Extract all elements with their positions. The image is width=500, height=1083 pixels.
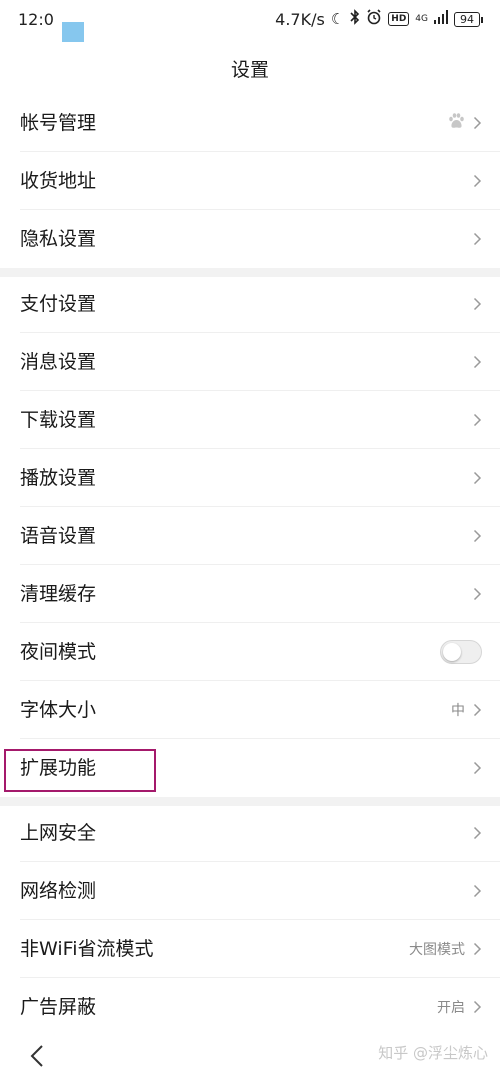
watermark: 知乎 @浮尘炼心 — [378, 1044, 488, 1062]
settings-item-label: 上网安全 — [20, 822, 97, 844]
chevron-right-icon — [473, 116, 482, 130]
chevron-left-icon[interactable] — [28, 1044, 46, 1068]
settings-item-clear-cache[interactable]: 清理缓存 — [0, 565, 500, 623]
chevron-right-icon — [473, 471, 482, 485]
settings-item-label: 支付设置 — [20, 293, 97, 315]
settings-item-payment[interactable]: 支付设置 — [0, 275, 500, 333]
chevron-right-icon — [473, 587, 482, 601]
page-header: 设置 — [0, 42, 500, 94]
settings-item-label: 网络检测 — [20, 880, 97, 902]
settings-item-message[interactable]: 消息设置 — [0, 333, 500, 391]
settings-item-label: 播放设置 — [20, 467, 97, 489]
settings-item-network-check[interactable]: 网络检测 — [0, 862, 500, 920]
settings-item-label: 清理缓存 — [20, 583, 97, 605]
chevron-right-icon — [473, 1000, 482, 1014]
notification-app-icon — [62, 22, 84, 42]
chevron-right-icon — [473, 174, 482, 188]
signal-icon — [434, 10, 448, 28]
chevron-right-icon — [473, 232, 482, 246]
highlight-box — [4, 749, 156, 792]
battery-icon: 94 — [454, 11, 483, 27]
settings-item-label: 帐号管理 — [20, 112, 97, 134]
chevron-right-icon — [473, 297, 482, 311]
toggle-knob — [443, 643, 461, 661]
chevron-right-icon — [473, 529, 482, 543]
settings-item-night-mode: 夜间模式 — [0, 623, 500, 681]
settings-item-data-saver[interactable]: 非WiFi省流模式 大图模式 — [0, 920, 500, 978]
chevron-right-icon — [473, 413, 482, 427]
settings-item-value: 开启 — [437, 1000, 465, 1016]
status-icons: 4.7K/s ☾ HD 4G 94 — [275, 9, 483, 29]
settings-item-account[interactable]: 帐号管理 — [0, 94, 500, 152]
page-title: 设置 — [230, 59, 269, 81]
bottom-bar: 知乎 @浮尘炼心 — [0, 1030, 500, 1083]
settings-item-download[interactable]: 下载设置 — [0, 391, 500, 449]
network-speed: 4.7K/s — [275, 9, 325, 29]
signal-type: 4G — [415, 13, 428, 24]
alarm-icon — [366, 9, 382, 29]
settings-item-label: 下载设置 — [20, 409, 97, 431]
baidu-paw-icon — [447, 112, 465, 134]
settings-item-label: 夜间模式 — [20, 641, 97, 663]
settings-item-value: 中 — [451, 703, 465, 719]
settings-item-ad-block[interactable]: 广告屏蔽 开启 — [0, 978, 500, 1036]
settings-item-label: 消息设置 — [20, 351, 97, 373]
settings-item-address[interactable]: 收货地址 — [0, 152, 500, 210]
status-time: 12:0 — [18, 10, 54, 29]
settings-item-privacy[interactable]: 隐私设置 — [0, 210, 500, 268]
chevron-right-icon — [473, 355, 482, 369]
settings-item-label: 收货地址 — [20, 170, 97, 192]
settings-item-playback[interactable]: 播放设置 — [0, 449, 500, 507]
settings-item-value: 大图模式 — [409, 942, 465, 958]
settings-item-label: 字体大小 — [20, 699, 97, 721]
settings-item-web-security[interactable]: 上网安全 — [0, 804, 500, 862]
hd-badge: HD — [388, 12, 410, 26]
settings-item-font-size[interactable]: 字体大小 中 — [0, 681, 500, 739]
settings-item-label: 语音设置 — [20, 525, 97, 547]
settings-item-label: 广告屏蔽 — [20, 996, 97, 1018]
chevron-right-icon — [473, 942, 482, 956]
settings-item-voice[interactable]: 语音设置 — [0, 507, 500, 565]
status-bar: 12:0 4.7K/s ☾ HD 4G 94 — [0, 0, 500, 42]
settings-item-label: 隐私设置 — [20, 228, 97, 250]
settings-item-label: 非WiFi省流模式 — [20, 938, 154, 960]
bluetooth-icon — [350, 9, 360, 29]
chevron-right-icon — [473, 703, 482, 717]
night-mode-toggle[interactable] — [440, 640, 482, 664]
chevron-right-icon — [473, 826, 482, 840]
moon-icon: ☾ — [330, 10, 345, 28]
chevron-right-icon — [473, 884, 482, 898]
chevron-right-icon — [473, 761, 482, 775]
